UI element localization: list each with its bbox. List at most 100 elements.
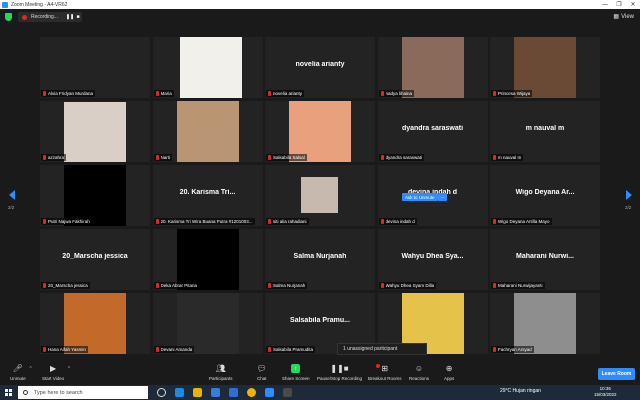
participant-tile[interactable]: Wigo Deyana Ar... Wigo Deyana Artilla May… <box>490 165 600 226</box>
start-video-label: Start Video <box>42 376 65 381</box>
participant-nameplate: Salma Nurjanah <box>266 282 308 289</box>
participant-name: Salsabila Pramudita <box>273 347 314 352</box>
microphone-muted-icon <box>43 91 46 96</box>
microphone-muted-icon <box>380 91 384 96</box>
participant-video <box>64 293 126 354</box>
participant-name: Hana Aifah Yasmin <box>48 347 86 352</box>
ask-to-unmute-button[interactable]: Ask to Unmute <box>402 193 438 201</box>
apps-button[interactable]: ⊕ Apps <box>444 364 454 381</box>
participant-tile[interactable]: siti alia rahadiani <box>265 165 375 226</box>
participant-tile[interactable]: Fachryan Arsyad <box>490 293 600 354</box>
participant-tile[interactable]: Narti <box>152 101 263 162</box>
more-options-button[interactable]: ... <box>438 193 447 201</box>
breakout-rooms-button[interactable]: ⊞ Breakout Rooms <box>368 364 402 381</box>
participant-tile[interactable]: Salsabila Salsal <box>265 101 375 162</box>
participant-tile[interactable]: Maharani Nurwi... Maharani Nurwijayanti <box>490 229 600 290</box>
reactions-button[interactable]: ☺ Reactions <box>409 364 429 381</box>
stop-recording-icon[interactable]: ■ <box>75 14 81 20</box>
unmute-button[interactable]: 🎤︎ ^ Unmute <box>10 364 32 381</box>
weather-status[interactable]: 29°C Hujan ringan <box>500 388 541 394</box>
participant-nameplate: Salsabila Salsal <box>266 154 307 161</box>
recording-bar: Recording... ❚❚ ■ ▦ View <box>0 10 640 24</box>
search-icon <box>23 390 28 395</box>
participant-tile[interactable]: 20_Marscha jessica 20_Marscha jessica <box>40 229 150 290</box>
store-icon[interactable] <box>211 388 220 397</box>
edge-browser-icon[interactable] <box>175 388 184 397</box>
previous-page-arrow-icon[interactable] <box>9 190 15 200</box>
view-label: View <box>621 13 634 20</box>
participant-tile[interactable]: Maria <box>152 37 263 98</box>
chevron-up-icon[interactable]: ^ <box>29 366 31 372</box>
chevron-up-icon[interactable]: ^ <box>68 366 70 372</box>
chat-button[interactable]: 💬︎ Chat <box>257 364 267 381</box>
participant-display-name: 20. Karisma Tri... <box>179 189 236 196</box>
microphone-muted-icon <box>268 91 271 96</box>
view-button[interactable]: ▦ View <box>613 13 634 21</box>
participant-nameplate: nadya lihaina <box>378 90 415 97</box>
title-bar: Zoom Meeting - A4-VR62 — ❐ ✕ <box>0 0 640 9</box>
participant-name: 20_Marscha jessica <box>48 283 88 288</box>
participant-display-name: Maharani Nurwi... <box>516 253 574 260</box>
pause-stop-icon: ❚❚■ <box>330 364 349 373</box>
chrome-icon[interactable] <box>247 388 256 397</box>
participant-tile[interactable]: azzahra <box>40 101 150 162</box>
system-clock[interactable]: 10:36 15/03/2022 <box>594 386 617 398</box>
participants-label: Participants <box>209 376 233 381</box>
maximize-button[interactable]: ❐ <box>612 0 626 9</box>
task-view-icon[interactable] <box>157 388 166 397</box>
mail-icon[interactable] <box>229 388 238 397</box>
participant-tile[interactable]: Alvia Fridyan Murdana <box>40 37 150 98</box>
start-video-button[interactable]: ▶︎ ^ Start Video <box>42 364 70 381</box>
participant-tile[interactable]: nadya lihaina <box>377 37 488 98</box>
participant-tile[interactable]: Wahyu Dhea Sya... Wahyu Dhea Syam Dilla <box>377 229 488 290</box>
participant-name: Maria <box>160 91 172 96</box>
participant-nameplate: 20. Karisma Tri Wira Buana Putra #120100… <box>153 218 255 225</box>
windows-start-icon[interactable] <box>5 389 12 396</box>
participant-display-name: 20_Marscha jessica <box>62 253 128 260</box>
next-page-arrow-icon[interactable] <box>626 190 632 200</box>
video-off-icon: ▶︎ <box>50 364 57 373</box>
pause-recording-icon[interactable]: ❚❚ <box>66 14 74 20</box>
participant-tile[interactable]: Salma Nurjanah Salma Nurjanah <box>265 229 375 290</box>
share-screen-button[interactable]: ↑ Share Screen <box>282 364 310 381</box>
leave-room-button[interactable]: Leave Room <box>598 368 635 380</box>
zoom-taskbar-icon[interactable] <box>265 388 274 397</box>
participant-video <box>64 165 126 226</box>
participant-name: Salsabila Salsal <box>273 155 305 160</box>
microphone-muted-icon <box>493 219 496 224</box>
page-indicator-left: 2/2 <box>8 205 15 210</box>
participant-tile[interactable]: Putri Najwa Fakhirah <box>40 165 150 226</box>
unassigned-participant-notice[interactable]: 1 unassigned participant <box>337 343 427 355</box>
participant-tile[interactable]: Devani Amanda <box>152 293 263 354</box>
microphone-muted-icon <box>268 347 271 352</box>
participant-name: 20. Karisma Tri Wira Buana Putra #120100… <box>160 219 253 224</box>
microphone-muted-icon <box>380 283 384 288</box>
file-explorer-icon[interactable] <box>193 388 202 397</box>
participant-tile[interactable]: m nauval m m nauval m <box>490 101 600 162</box>
participant-name: dyandra saraswati <box>385 155 423 160</box>
participant-tile[interactable]: Hana Aifah Yasmin <box>40 293 150 354</box>
app-icon[interactable] <box>283 388 292 397</box>
participant-display-name: novelia arianty <box>295 61 345 68</box>
participant-name: Narti <box>160 155 171 160</box>
participant-name: Fachryan Arsyad <box>498 347 532 352</box>
zoom-window: Zoom Meeting - A4-VR62 — ❐ ✕ Recording..… <box>0 0 640 400</box>
participant-tile[interactable]: novelia arianty novelia arianty <box>265 37 375 98</box>
participant-tile[interactable]: dyandra saraswati dyandra saraswati <box>377 101 488 162</box>
pause-stop-recording-button[interactable]: ❚❚■ Pause/Stop Recording <box>317 364 362 381</box>
taskbar-search-box[interactable]: Type here to search <box>18 386 148 399</box>
participant-name: Alvia Fridyan Murdana <box>48 91 94 96</box>
participant-tile[interactable]: 20. Karisma Tri... 20. Karisma Tri Wira B… <box>152 165 263 226</box>
participant-display-name: Salsabila Pramu... <box>290 317 350 324</box>
close-button[interactable]: ✕ <box>626 0 640 9</box>
chat-label: Chat <box>257 376 267 381</box>
microphone-muted-icon <box>493 91 496 96</box>
participant-display-name: dyandra saraswati <box>401 125 464 132</box>
microphone-muted-icon <box>155 155 159 160</box>
shield-icon[interactable] <box>5 13 12 21</box>
participants-button[interactable]: 👥︎ 36 Participants <box>209 364 233 381</box>
minimize-button[interactable]: — <box>598 0 612 9</box>
participant-tile[interactable]: Deka Abrar Pitana <box>152 229 263 290</box>
microphone-muted-icon <box>155 283 159 288</box>
participant-tile[interactable]: Princesa Wijaya <box>490 37 600 98</box>
